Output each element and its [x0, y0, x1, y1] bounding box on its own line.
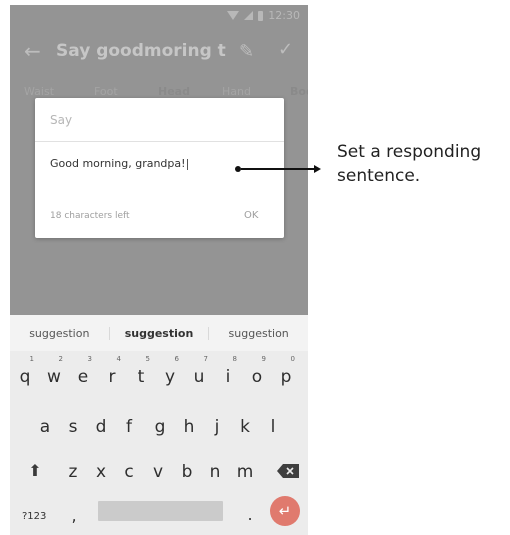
key-q[interactable]: q1: [12, 355, 38, 395]
tab-body[interactable]: Bod: [290, 85, 308, 98]
key-label: o: [251, 367, 263, 387]
key-u[interactable]: u7: [186, 355, 212, 395]
key-number: 7: [203, 355, 208, 363]
key-f[interactable]: f: [116, 409, 142, 445]
key-label: w: [47, 367, 61, 387]
tab-waist[interactable]: Waist: [24, 85, 54, 98]
key-d[interactable]: d: [88, 409, 114, 445]
key-number: 2: [58, 355, 63, 363]
suggestion-bar: suggestion suggestion suggestion: [10, 315, 308, 351]
key-number: 3: [87, 355, 92, 363]
key-b[interactable]: b: [174, 454, 200, 490]
key-number: 6: [174, 355, 179, 363]
suggestion-center[interactable]: suggestion: [108, 326, 210, 340]
pencil-icon[interactable]: ✎: [239, 41, 254, 62]
signal-icon: [244, 11, 254, 20]
key-y[interactable]: y6: [157, 355, 183, 395]
key-e[interactable]: e3: [70, 355, 96, 395]
key-number: 4: [116, 355, 121, 363]
ok-button[interactable]: OK: [244, 210, 258, 221]
key-label: r: [108, 367, 116, 387]
status-time: 12:30: [268, 9, 300, 22]
key-z[interactable]: z: [60, 454, 86, 490]
wifi-icon: [227, 11, 240, 20]
key-p[interactable]: p0: [273, 355, 299, 395]
key-o[interactable]: o9: [244, 355, 270, 395]
key-g[interactable]: g: [147, 409, 173, 445]
key-t[interactable]: t5: [128, 355, 154, 395]
callout-line: [241, 168, 314, 170]
key-l[interactable]: l: [260, 409, 286, 445]
key-w[interactable]: w2: [41, 355, 67, 395]
key-label: i: [225, 367, 231, 387]
back-arrow-icon[interactable]: ←: [24, 41, 44, 61]
shift-icon[interactable]: ⬆: [22, 456, 48, 486]
battery-icon: [258, 10, 264, 21]
toolbar: ← Say goodmoring to... ✎ ✓: [10, 27, 308, 75]
check-icon[interactable]: ✓: [278, 39, 293, 60]
key-m[interactable]: m: [232, 454, 258, 490]
suggestion-right[interactable]: suggestion: [209, 327, 308, 340]
key-number: 1: [29, 355, 34, 363]
key-number: 0: [290, 355, 295, 363]
suggestion-left[interactable]: suggestion: [10, 327, 109, 340]
comma-key[interactable]: ,: [66, 506, 82, 525]
key-n[interactable]: n: [202, 454, 228, 490]
key-number: 9: [261, 355, 266, 363]
phone-screen: 12:30 ← Say goodmoring to... ✎ ✓ Waist F…: [10, 5, 308, 535]
key-r[interactable]: r4: [99, 355, 125, 395]
key-number: 5: [145, 355, 150, 363]
page-title: Say goodmoring to...: [56, 41, 226, 61]
sentence-input[interactable]: Good morning, grandpa!: [50, 157, 188, 170]
sentence-text: Good morning, grandpa!: [50, 157, 186, 170]
enter-icon[interactable]: ↵: [270, 496, 300, 526]
keyboard: q1 w2 e3 r4 t5 y6 u7 i8 o9 p0 a s d f g …: [10, 351, 308, 535]
key-j[interactable]: j: [204, 409, 230, 445]
key-label: t: [137, 367, 145, 387]
key-label: u: [193, 367, 205, 387]
key-s[interactable]: s: [60, 409, 86, 445]
key-k[interactable]: k: [232, 409, 258, 445]
characters-left: 18 characters left: [50, 211, 130, 221]
text-caret: [186, 158, 188, 170]
key-label: e: [77, 367, 89, 387]
key-h[interactable]: h: [176, 409, 202, 445]
dialog-divider: [35, 141, 284, 142]
key-label: q: [19, 367, 31, 387]
backspace-icon[interactable]: [277, 464, 299, 478]
status-bar: 12:30: [10, 5, 308, 27]
key-c[interactable]: c: [116, 454, 142, 490]
app-background: 12:30 ← Say goodmoring to... ✎ ✓ Waist F…: [10, 5, 308, 315]
key-a[interactable]: a: [32, 409, 58, 445]
tab-foot[interactable]: Foot: [94, 85, 118, 98]
key-v[interactable]: v: [145, 454, 171, 490]
tab-head[interactable]: Head: [158, 85, 190, 98]
key-label: p: [280, 367, 292, 387]
period-key[interactable]: .: [244, 505, 256, 524]
key-label: y: [164, 367, 176, 387]
key-i[interactable]: i8: [215, 355, 241, 395]
key-number: 8: [232, 355, 237, 363]
callout-arrowhead: [314, 165, 321, 173]
space-bar[interactable]: [98, 501, 223, 521]
key-x[interactable]: x: [88, 454, 114, 490]
callout-text: Set a responding sentence.: [337, 142, 482, 186]
tab-hand[interactable]: Hand: [222, 85, 251, 98]
symbols-key[interactable]: ?123: [22, 511, 46, 522]
dialog-title: Say: [50, 113, 73, 127]
